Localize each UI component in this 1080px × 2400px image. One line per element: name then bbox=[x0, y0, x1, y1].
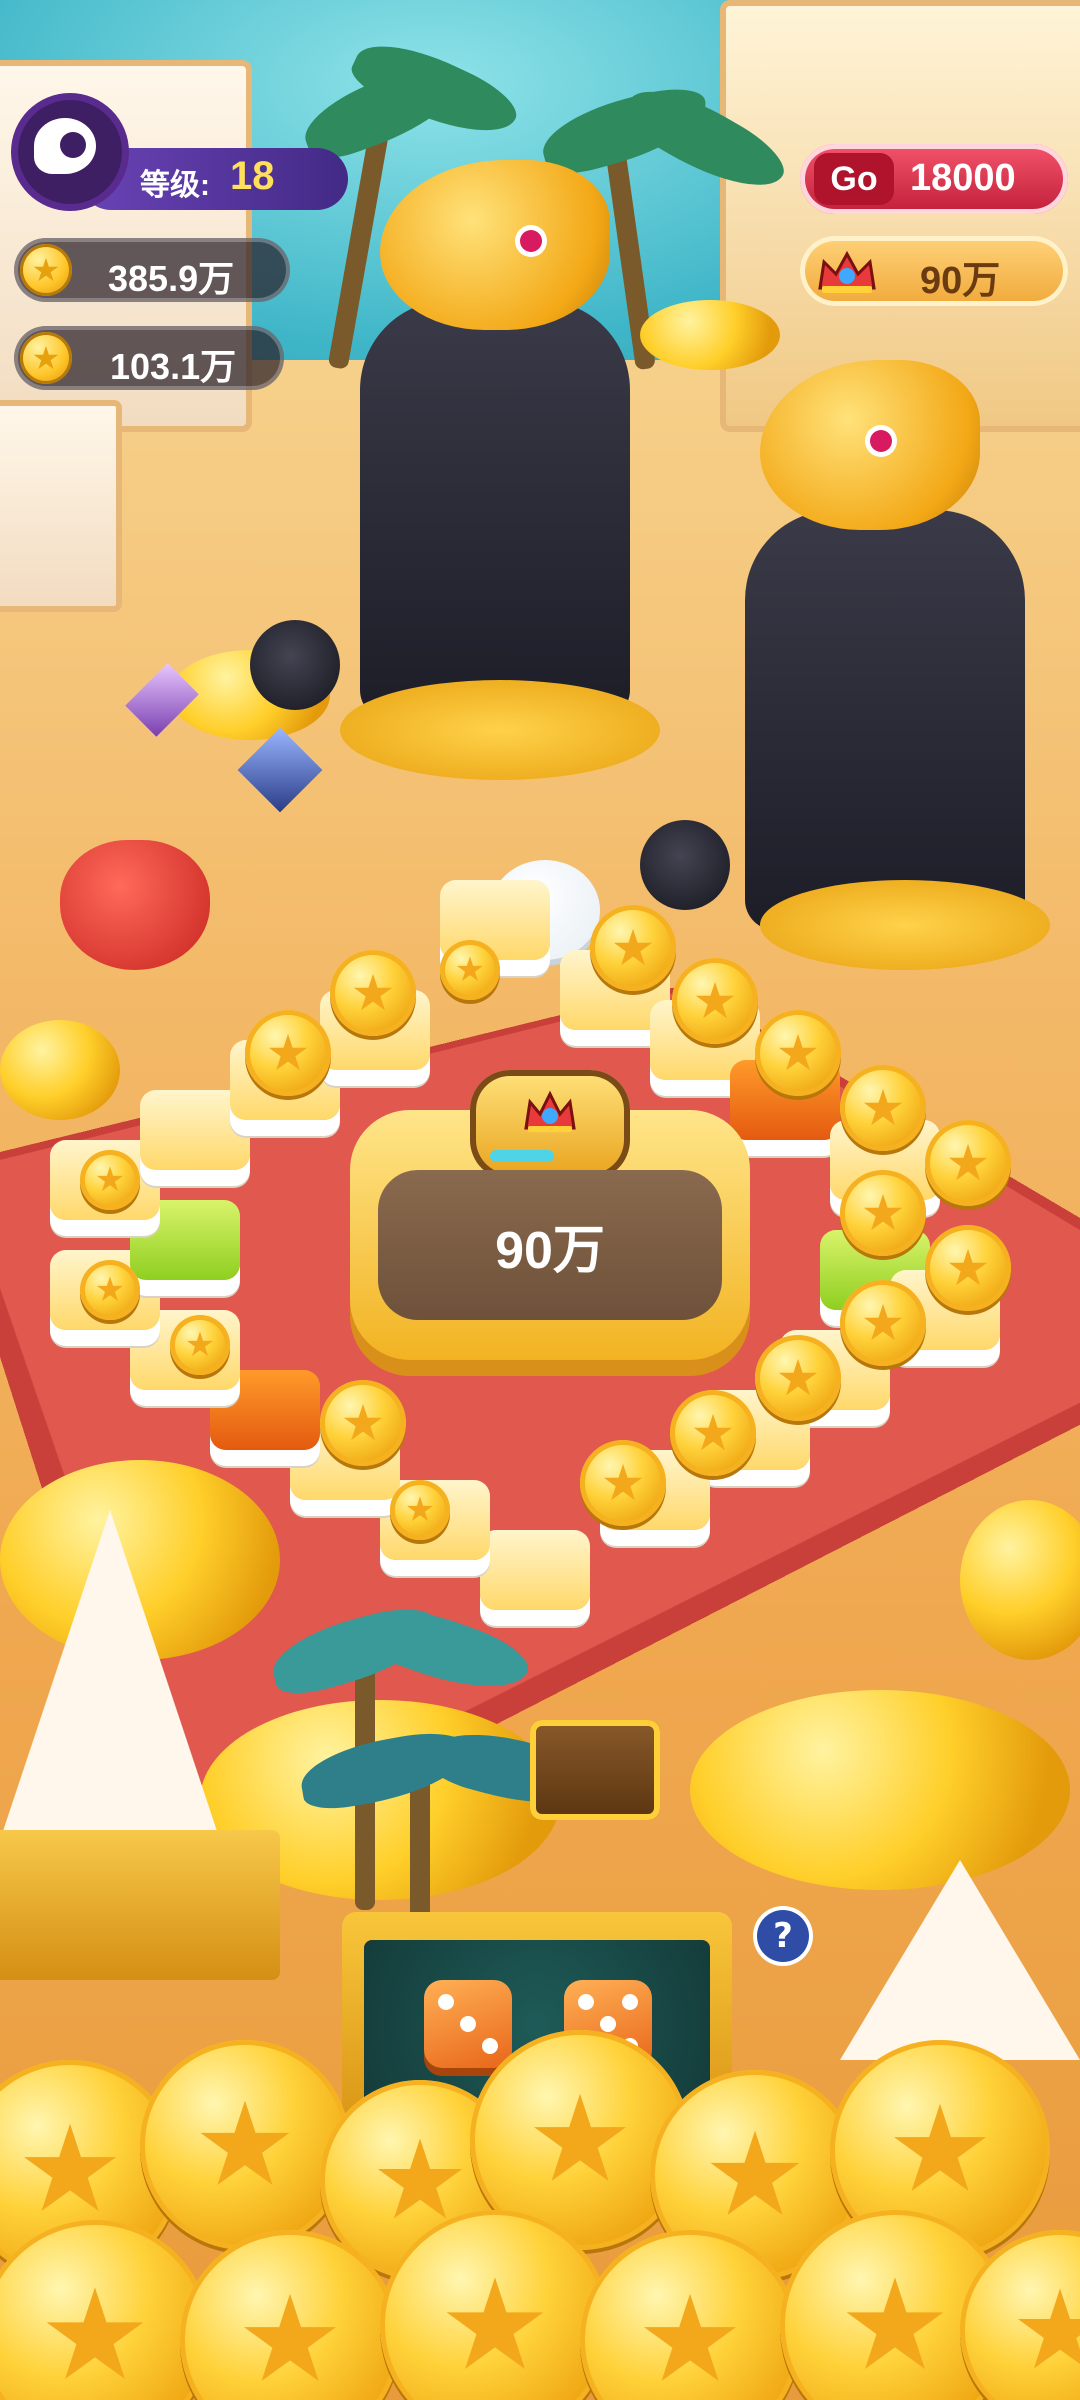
jackpot-value-display: 90万 bbox=[378, 1170, 722, 1320]
coins-primary-value: 385.9万 bbox=[108, 258, 235, 299]
go-points-counter[interactable]: Go 18000 bbox=[800, 144, 1068, 214]
die-left bbox=[424, 1980, 512, 2068]
penguin-character bbox=[640, 820, 730, 910]
gold-star-coin: ★ bbox=[840, 1170, 926, 1256]
go-value: 18000 bbox=[910, 157, 1016, 199]
pyramid-left bbox=[0, 1510, 220, 1840]
gold-star-coin: ★ bbox=[80, 1150, 140, 1210]
gold-star-coin: ★ bbox=[672, 958, 758, 1044]
gold-star-coin: ★ bbox=[245, 1010, 331, 1096]
falcon-statue-right bbox=[745, 510, 1025, 930]
gold-star-coin: ★ bbox=[320, 1380, 406, 1466]
crown-badge bbox=[470, 1070, 630, 1180]
jackpot-value: 90万 bbox=[495, 1222, 605, 1280]
coins-balance-primary[interactable]: ★ 385.9万 bbox=[14, 238, 290, 302]
foreground-coin: ★ bbox=[140, 2040, 350, 2250]
gold-star-coin: ★ bbox=[590, 905, 676, 991]
gold-star-coin: ★ bbox=[755, 1010, 841, 1096]
crown-points-counter[interactable]: 90万 bbox=[800, 236, 1068, 306]
board-center-jackpot-panel[interactable]: 90万 bbox=[350, 1070, 750, 1360]
gold-star-coin: ★ bbox=[755, 1335, 841, 1421]
statue-eye bbox=[870, 430, 892, 452]
die-pip bbox=[482, 2038, 498, 2054]
statue-base bbox=[760, 880, 1050, 970]
help-button[interactable]: ? bbox=[757, 1910, 809, 1962]
go-badge: Go bbox=[814, 153, 894, 205]
coins-balance-secondary[interactable]: ★ 103.1万 bbox=[14, 326, 284, 390]
crown-value: 90万 bbox=[920, 260, 1001, 302]
gold-star-coin: ★ bbox=[840, 1065, 926, 1151]
gold-star-coin: ★ bbox=[670, 1390, 756, 1476]
gold-star-coin: ★ bbox=[80, 1260, 140, 1320]
crown-icon bbox=[524, 1090, 576, 1132]
level-label: 等级: bbox=[140, 169, 210, 202]
mascot-avatar-icon bbox=[34, 118, 96, 174]
crown-icon bbox=[818, 250, 876, 293]
level-value: 18 bbox=[230, 154, 275, 198]
penguin-character bbox=[250, 620, 340, 710]
die-pip bbox=[622, 1994, 638, 2010]
gold-star-coin: ★ bbox=[840, 1280, 926, 1366]
board-tile bbox=[480, 1530, 590, 1610]
gold-star-coin: ★ bbox=[170, 1315, 230, 1375]
gold-star-coin: ★ bbox=[925, 1225, 1011, 1311]
die-pip bbox=[578, 1994, 594, 2010]
die-pip bbox=[600, 2016, 616, 2032]
treasure-chest bbox=[530, 1720, 660, 1820]
gold-star-coin: ★ bbox=[330, 950, 416, 1036]
avatar-eye bbox=[60, 132, 86, 158]
gold-coin-icon: ★ bbox=[20, 244, 72, 296]
gold-coin-icon: ★ bbox=[20, 332, 72, 384]
gold-star-coin: ★ bbox=[925, 1120, 1011, 1206]
gold-star-coin: ★ bbox=[390, 1480, 450, 1540]
gold-star-coin: ★ bbox=[440, 940, 500, 1000]
statue-base bbox=[340, 680, 660, 780]
gold-coin-pile bbox=[0, 1020, 120, 1120]
money-sack bbox=[60, 840, 210, 970]
gold-coin-pile bbox=[640, 300, 780, 370]
jackpot-progress-bar bbox=[490, 1150, 554, 1162]
statue-eye bbox=[520, 230, 542, 252]
game-stage: ★ ★ ★ ★ ★ ★ ★ ★ ★ ★ ★ ★ ★ ★ ★ ★ ★ ★ ★ 90… bbox=[0, 0, 1080, 2400]
falcon-statue-left bbox=[360, 300, 630, 720]
pyramid-right bbox=[840, 1860, 1080, 2060]
die-pip bbox=[438, 1994, 454, 2010]
temple-columns-left bbox=[0, 400, 122, 612]
player-avatar[interactable] bbox=[18, 100, 122, 204]
pyramid-base-left bbox=[0, 1830, 280, 1980]
die-pip bbox=[460, 2016, 476, 2032]
coins-secondary-value: 103.1万 bbox=[110, 346, 237, 387]
gold-star-coin: ★ bbox=[580, 1440, 666, 1526]
